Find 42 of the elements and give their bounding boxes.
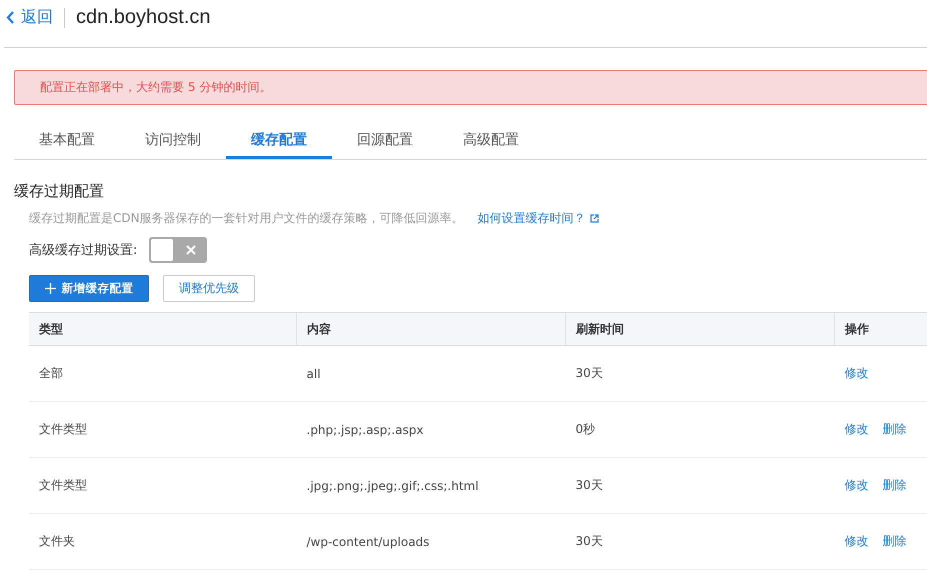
tab[interactable]: 访问控制 (120, 125, 226, 159)
help-link[interactable]: 如何设置缓存时间？ (478, 210, 586, 227)
close-icon (186, 245, 196, 255)
column-header: 刷新时间 (576, 322, 624, 336)
table-cell: 文件夹 (39, 534, 75, 548)
table-cell: 全部 (39, 366, 63, 380)
toggle-label: 高级缓存过期设置: (29, 242, 138, 259)
page-title: cdn.boyhost.cn (76, 6, 211, 29)
table-cell: 文件类型 (39, 422, 87, 436)
row-action-link[interactable]: 修改 (844, 534, 868, 548)
row-action-link[interactable]: 修改 (844, 366, 868, 380)
column-header: 操作 (845, 322, 869, 336)
external-link-icon (590, 214, 599, 223)
table-cell: .jpg;.png;.jpeg;.gif;.css;.html (306, 478, 479, 492)
toggle-switch[interactable] (149, 237, 208, 263)
table-cell: 0秒 (576, 422, 596, 436)
table-cell: 30天 (576, 366, 603, 380)
table-cell: .php;.jsp;.asp;.aspx (306, 422, 424, 436)
priority-button[interactable]: 调整优先级 (163, 275, 255, 302)
row-action-link[interactable]: 修改 (844, 478, 868, 492)
back-link[interactable]: 返回 (4, 7, 53, 28)
row-action-link[interactable]: 修改 (844, 422, 868, 436)
plus-icon (44, 283, 56, 294)
column-header: 内容 (307, 322, 331, 336)
alert-text: 配置正在部署中，大约需要 5 分钟的时间。 (40, 79, 272, 96)
section-description: 缓存过期配置是CDN服务器保存的一套针对用户文件的缓存策略，可降低回源率。 (29, 210, 464, 227)
tab[interactable]: 缓存配置 (226, 125, 332, 159)
row-action-link[interactable]: 删除 (882, 534, 906, 548)
section-title: 缓存过期配置 (14, 182, 105, 201)
table-cell: all (306, 366, 321, 380)
tab[interactable]: 高级配置 (438, 125, 544, 159)
tab[interactable]: 基本配置 (14, 125, 120, 159)
table-cell: 30天 (576, 478, 603, 492)
table-cell: 30天 (576, 534, 603, 548)
column-header: 类型 (39, 322, 63, 336)
add-cache-button[interactable]: 新增缓存配置 (29, 275, 149, 302)
table-cell: 文件类型 (39, 478, 87, 492)
tab[interactable]: 回源配置 (332, 125, 438, 159)
row-action-link[interactable]: 删除 (882, 478, 906, 492)
chevron-left-icon (6, 11, 15, 24)
table-cell: /wp-content/uploads (306, 534, 430, 548)
row-action-link[interactable]: 删除 (882, 422, 906, 436)
